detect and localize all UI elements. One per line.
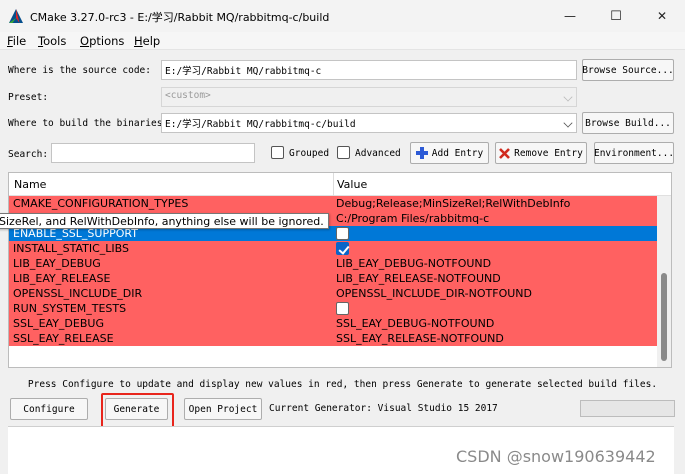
annotation-highlight-box [101,393,174,428]
search-input[interactable] [51,143,255,163]
open-project-button[interactable]: Open Project [184,398,262,420]
search-label: Search: [8,149,49,160]
chevron-down-icon [563,92,573,102]
row-name: OPENSSL_INCLUDE_DIR [13,287,143,300]
remove-x-icon [499,147,511,159]
column-divider [333,173,334,196]
menu-options[interactable]: Options [80,34,124,48]
preset-label: Preset: [8,92,49,103]
browse-source-button[interactable]: Browse Source... [582,59,674,81]
preset-value: <custom> [165,90,211,101]
column-header-value[interactable]: Value [337,178,367,191]
browse-build-button[interactable]: Browse Build... [582,112,674,134]
row-value: SSL_EAY_DEBUG-NOTFOUND [336,317,495,330]
table-row[interactable]: SSL_EAY_RELEASE SSL_EAY_RELEASE-NOTFOUND [9,331,657,346]
menu-bar: File Tools Options Help [0,32,685,50]
configure-button[interactable]: Configure [10,398,88,420]
close-button[interactable]: ✕ [639,0,685,32]
grouped-label: Grouped [289,148,330,159]
row-name: SSL_EAY_RELEASE [13,332,114,345]
watermark-text: CSDN @snow190639442 [456,447,656,466]
menu-file[interactable]: File [7,34,26,48]
remove-entry-button[interactable]: Remove Entry [495,142,587,164]
scrollbar-thumb[interactable] [661,273,667,361]
row-value: LIB_EAY_RELEASE-NOTFOUND [336,272,501,285]
table-row[interactable]: INSTALL_STATIC_LIBS [9,241,657,256]
grouped-checkbox[interactable] [271,146,284,159]
row-value: SSL_EAY_RELEASE-NOTFOUND [336,332,504,345]
row-value: OPENSSL_INCLUDE_DIR-NOTFOUND [336,287,532,300]
build-path-dropdown[interactable]: E:/学习/Rabbit MQ/rabbitmq-c/build [161,113,577,133]
source-label: Where is the source code: [8,65,151,76]
minimize-button[interactable]: — [547,0,593,32]
table-row[interactable]: LIB_EAY_DEBUG LIB_EAY_DEBUG-NOTFOUND [9,256,657,271]
row-name: LIB_EAY_RELEASE [13,272,111,285]
chevron-down-icon [563,118,573,128]
menu-tools[interactable]: Tools [38,34,66,48]
row-name: RUN_SYSTEM_TESTS [13,302,127,315]
preset-dropdown[interactable]: <custom> [161,87,577,107]
table-row[interactable]: OPENSSL_INCLUDE_DIR OPENSSL_INCLUDE_DIR-… [9,286,657,301]
progress-bar [580,400,675,417]
table-scrollbar[interactable] [657,196,671,367]
menu-help[interactable]: Help [134,34,160,48]
value-tooltip: SizeRel, and RelWithDebInfo, anything el… [0,213,329,229]
run-system-tests-checkbox[interactable] [336,302,349,315]
row-value: Debug;Release;MinSizeRel;RelWithDebInfo [336,197,571,210]
cmake-logo-icon [9,9,23,23]
build-label: Where to build the binaries: [8,118,169,129]
environment-button[interactable]: Environment... [594,142,674,164]
title-bar: CMake 3.27.0-rc3 - E:/学习/Rabbit MQ/rabbi… [0,0,685,32]
add-entry-label: Add Entry [431,147,484,159]
table-header: Name Value [9,173,671,196]
cache-table[interactable]: Name Value CMAKE_CONFIGURATION_TYPES Deb… [8,172,672,368]
row-name: LIB_EAY_DEBUG [13,257,101,270]
enable-ssl-checkbox[interactable] [336,227,349,240]
build-path-value: E:/学习/Rabbit MQ/rabbitmq-c/build [165,119,356,130]
advanced-checkbox[interactable] [337,146,350,159]
row-name: CMAKE_CONFIGURATION_TYPES [13,197,189,210]
row-value: LIB_EAY_DEBUG-NOTFOUND [336,257,492,270]
plus-icon [415,147,428,159]
current-generator-label: Current Generator: Visual Studio 15 2017 [269,403,498,414]
advanced-label: Advanced [355,148,401,159]
table-row[interactable]: RUN_SYSTEM_TESTS [9,301,657,316]
table-row[interactable]: LIB_EAY_RELEASE LIB_EAY_RELEASE-NOTFOUND [9,271,657,286]
source-path-field[interactable]: E:/学习/Rabbit MQ/rabbitmq-c [161,60,577,80]
remove-entry-label: Remove Entry [514,147,583,159]
install-static-libs-checkbox[interactable] [336,242,349,255]
table-row[interactable]: CMAKE_CONFIGURATION_TYPES Debug;Release;… [9,196,657,211]
row-value: C:/Program Files/rabbitmq-c [336,212,490,225]
table-row[interactable]: SSL_EAY_DEBUG SSL_EAY_DEBUG-NOTFOUND [9,316,657,331]
maximize-button[interactable]: ☐ [593,0,639,32]
row-name: SSL_EAY_DEBUG [13,317,104,330]
window-title: CMake 3.27.0-rc3 - E:/学习/Rabbit MQ/rabbi… [30,11,330,24]
column-header-name[interactable]: Name [14,178,46,191]
row-name: INSTALL_STATIC_LIBS [13,242,129,255]
hint-text: Press Configure to update and display ne… [27,379,658,390]
add-entry-button[interactable]: Add Entry [410,142,489,164]
